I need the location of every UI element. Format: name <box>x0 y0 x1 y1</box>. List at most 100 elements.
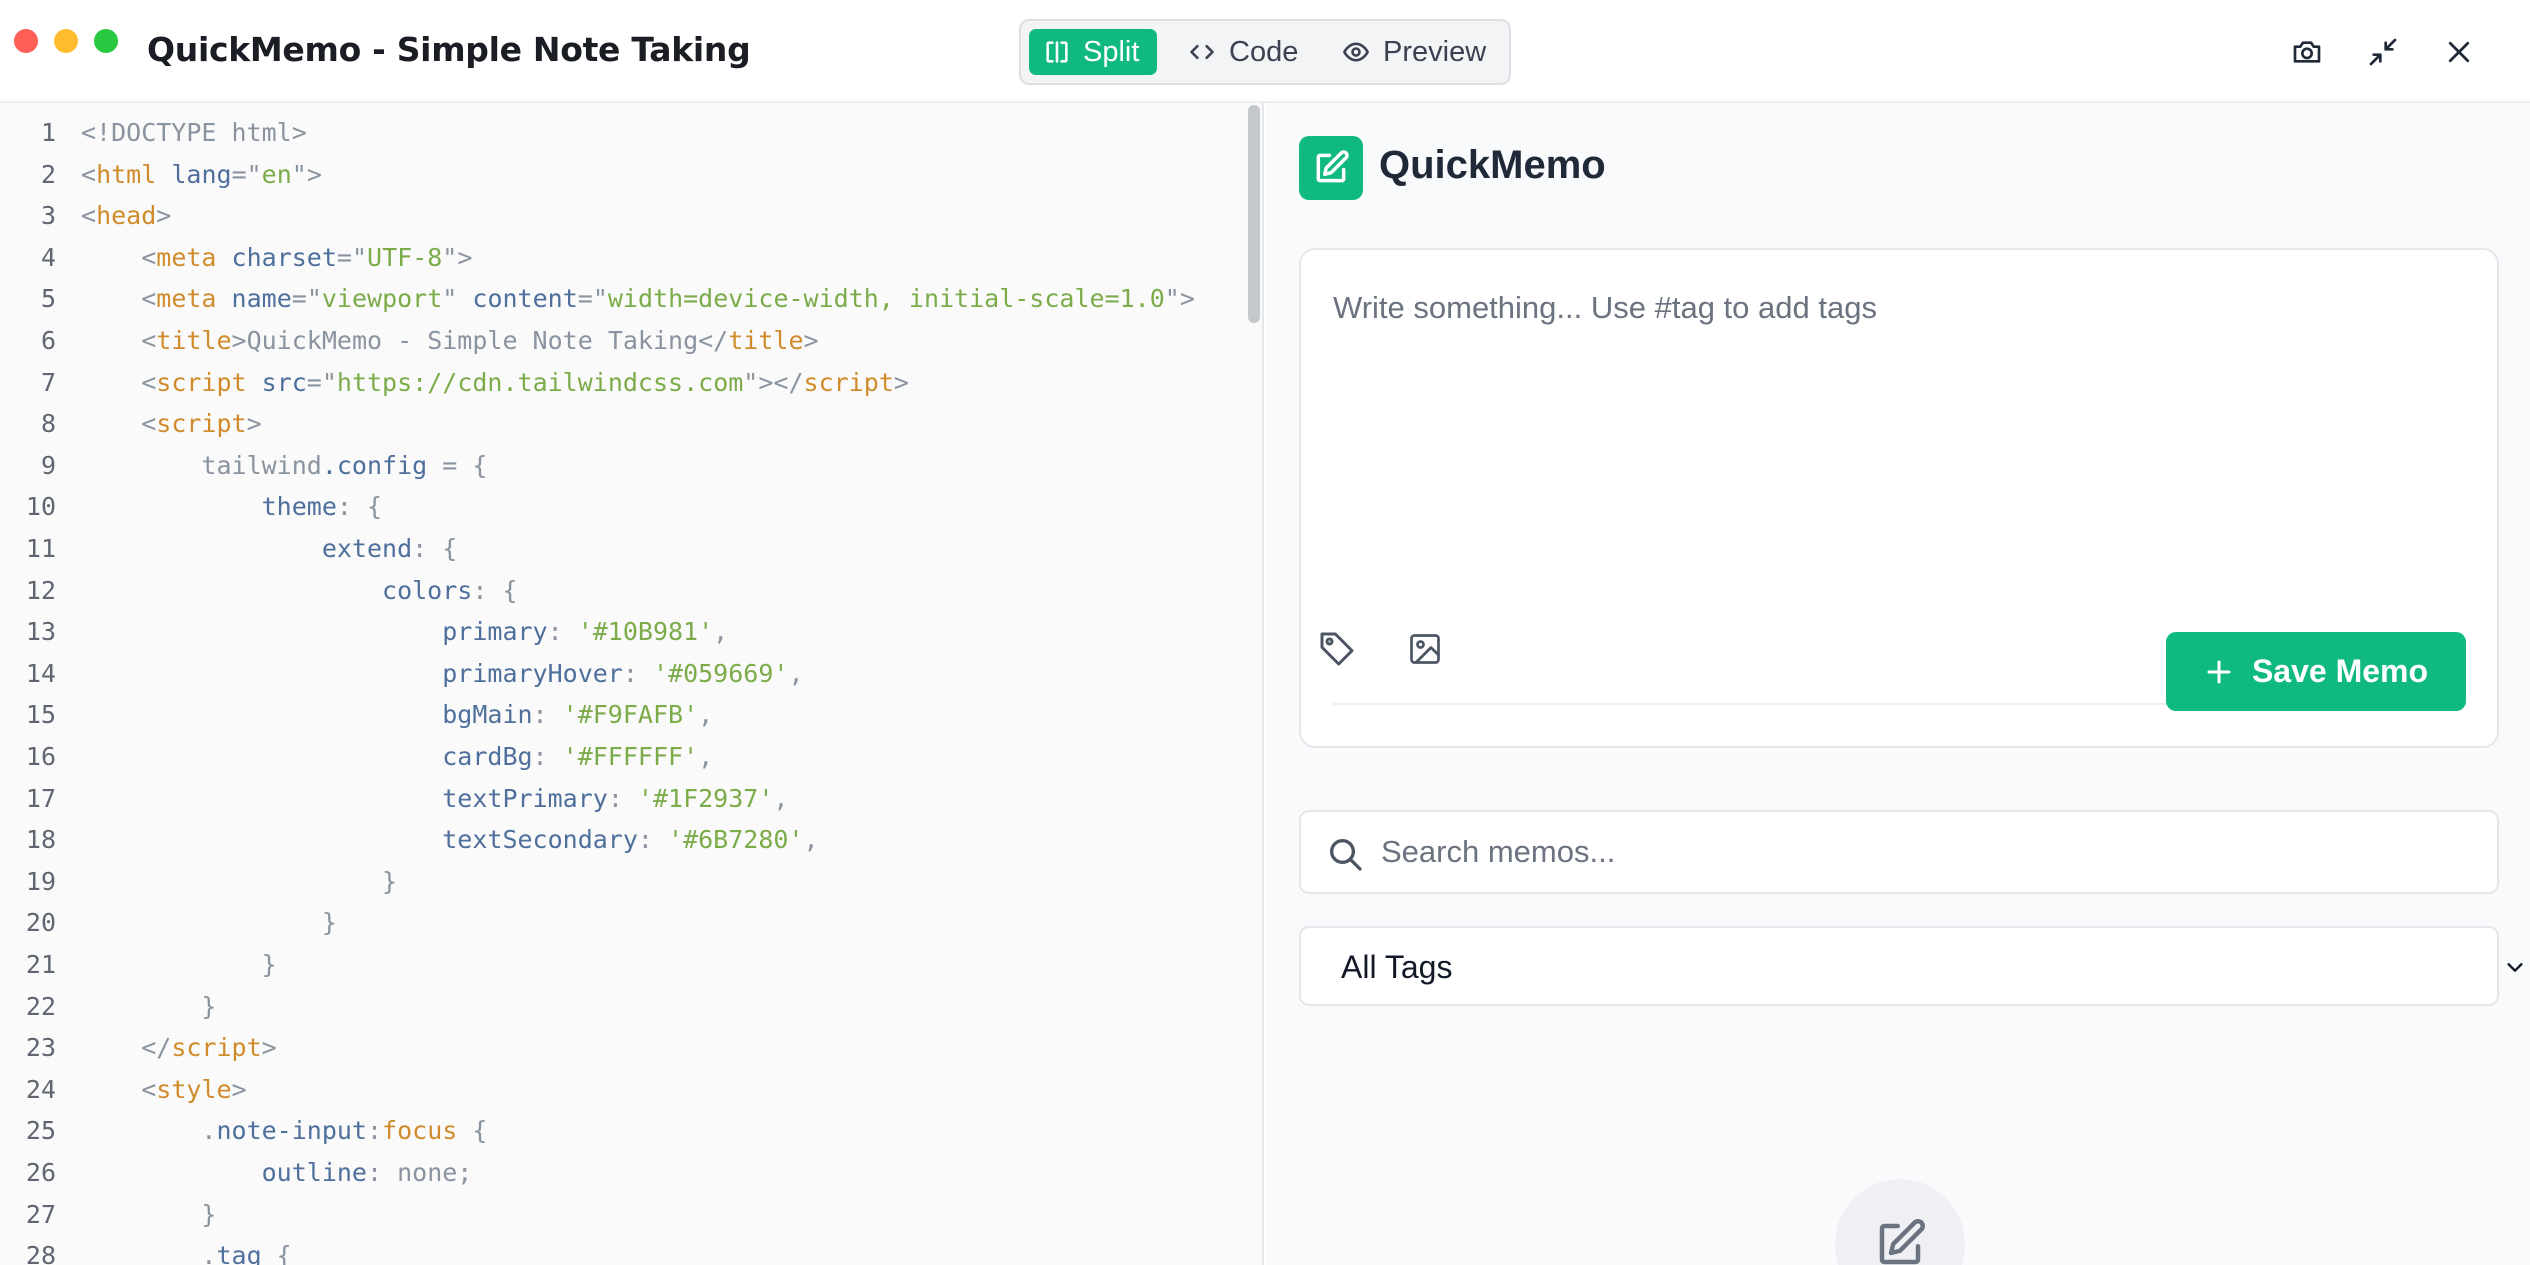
eye-icon <box>1343 42 1369 62</box>
line-number: 19 <box>25 866 56 896</box>
code-view-label: Code <box>1229 35 1299 68</box>
line-number: 11 <box>25 534 56 563</box>
line-number: 16 <box>25 742 56 771</box>
minimize-window-dot[interactable] <box>54 29 78 53</box>
save-memo-button[interactable]: Save Memo <box>2166 632 2466 711</box>
tag-icon <box>1320 632 1354 666</box>
split-view-icon <box>1046 41 1068 63</box>
screenshot-button[interactable] <box>2287 32 2327 72</box>
code-line: 8 <script> <box>0 409 1240 450</box>
line-number: 22 <box>25 991 56 1021</box>
line-text: <head> <box>81 201 172 231</box>
edit-icon <box>1316 150 1349 183</box>
tag-filter-select[interactable]: All Tags <box>1299 926 2523 1006</box>
brand-name: QuickMemo <box>1379 143 1606 187</box>
code-scrollbar-thumb[interactable] <box>1248 105 1260 323</box>
line-text: primary: '#10B981', <box>442 617 729 647</box>
close-button[interactable] <box>2439 32 2479 72</box>
line-text: textPrimary: '#1F2937', <box>442 783 789 813</box>
code-line: 10 theme: { <box>0 492 1240 533</box>
search-input[interactable] <box>1381 826 2481 878</box>
brand-logo <box>1299 136 1363 200</box>
code-line: 14 primaryHover: '#059669', <box>0 659 1240 700</box>
line-number: 1 <box>40 118 56 147</box>
code-line: 19 } <box>0 867 1240 908</box>
line-text: <script> <box>81 409 262 439</box>
line-number: 6 <box>40 326 56 355</box>
line-text: } <box>81 1199 217 1229</box>
code-editor[interactable]: 1 <!DOCTYPE html> 2 <html lang="en"> 3 <head>… <box>0 103 1264 1265</box>
line-number: 7 <box>40 367 56 397</box>
code-line: 7 <script src="https://cdn.tailwindcss.c… <box>0 368 1240 409</box>
code-icon <box>1190 44 1214 60</box>
line-number: 18 <box>25 825 56 855</box>
line-number: 24 <box>25 1074 56 1104</box>
line-number: 3 <box>40 201 56 231</box>
code-line: 15 bgMain: '#F9FAFB', <box>0 700 1240 741</box>
line-text: <!DOCTYPE html> <box>81 118 307 147</box>
line-text: cardBg: '#FFFFFF', <box>442 742 714 771</box>
line-text: .note-input:focus { <box>81 1116 488 1146</box>
save-memo-label: Save Memo <box>2251 653 2429 689</box>
line-text: <html lang="en"> <box>81 159 322 189</box>
line-text: primaryHover: '#059669', <box>442 658 804 688</box>
view-mode-switch: Split Code Preview <box>1019 19 1511 85</box>
line-number: 21 <box>25 950 56 979</box>
line-number: 17 <box>25 783 56 813</box>
line-number: 10 <box>25 492 56 522</box>
minimize-icon <box>2369 38 2397 66</box>
line-text: } <box>81 950 277 979</box>
code-line: 22 } <box>0 992 1240 1033</box>
line-text: textSecondary: '#6B7280', <box>442 825 819 855</box>
code-line: 20 } <box>0 908 1240 949</box>
line-number: 2 <box>40 159 56 189</box>
line-text: <script src="https://cdn.tailwindcss.com… <box>81 367 909 397</box>
code-view-button[interactable]: Code <box>1187 29 1307 75</box>
close-icon <box>2448 41 2470 63</box>
add-tag-button[interactable] <box>1311 623 1363 675</box>
line-number: 20 <box>25 908 56 938</box>
line-number: 15 <box>25 700 56 730</box>
code-line: 21 } <box>0 950 1240 991</box>
code-line: 11 extend: { <box>0 534 1240 575</box>
line-text: } <box>81 866 398 896</box>
line-text: theme: { <box>261 492 383 522</box>
search-icon <box>1330 839 1362 871</box>
preview-view-label: Preview <box>1383 35 1487 68</box>
close-window-dot[interactable] <box>14 29 38 53</box>
line-number: 14 <box>25 658 56 688</box>
code-line: 17 textPrimary: '#1F2937', <box>0 784 1240 825</box>
code-line: 26 outline: none; <box>0 1158 1240 1199</box>
memo-search <box>1299 810 2499 894</box>
split-view-button[interactable]: Split <box>1029 29 1157 75</box>
code-line: 13 primary: '#10B981', <box>0 617 1240 658</box>
line-number: 12 <box>25 575 56 605</box>
line-number: 26 <box>25 1158 56 1187</box>
plus-icon <box>2207 660 2231 683</box>
code-line: 3 <head> <box>0 201 1240 242</box>
preview-view-button[interactable]: Preview <box>1341 29 1501 75</box>
line-text: tailwind.config = { <box>81 450 488 480</box>
code-line: 6 <title>QuickMemo - Simple Note Taking<… <box>0 326 1240 367</box>
zoom-window-dot[interactable] <box>94 29 118 53</box>
tag-filter-value: All Tags <box>1341 949 1453 985</box>
code-line: 24 <style> <box>0 1075 1240 1116</box>
code-line: 18 textSecondary: '#6B7280', <box>0 825 1240 866</box>
chevron-down-icon <box>2507 963 2523 972</box>
code-line: 9 tailwind.config = { <box>0 451 1240 492</box>
line-text: <meta name="viewport" content="width=dev… <box>81 284 1195 314</box>
line-number: 13 <box>25 617 56 647</box>
collapse-button[interactable] <box>2363 32 2403 72</box>
code-line: 5 <meta name="viewport" content="width=d… <box>0 284 1240 325</box>
memo-input[interactable] <box>1333 290 2463 530</box>
add-image-button[interactable] <box>1399 623 1451 675</box>
code-line: 1 <!DOCTYPE html> <box>0 118 1240 159</box>
line-number: 25 <box>25 1116 56 1146</box>
line-number: 23 <box>25 1033 56 1063</box>
code-line: 2 <html lang="en"> <box>0 160 1240 201</box>
code-line: 16 cardBg: '#FFFFFF', <box>0 742 1240 783</box>
code-line: 23 </script> <box>0 1033 1240 1074</box>
camera-icon <box>2293 41 2321 63</box>
line-number: 8 <box>40 409 56 439</box>
line-text: <meta charset="UTF-8"> <box>81 242 473 272</box>
